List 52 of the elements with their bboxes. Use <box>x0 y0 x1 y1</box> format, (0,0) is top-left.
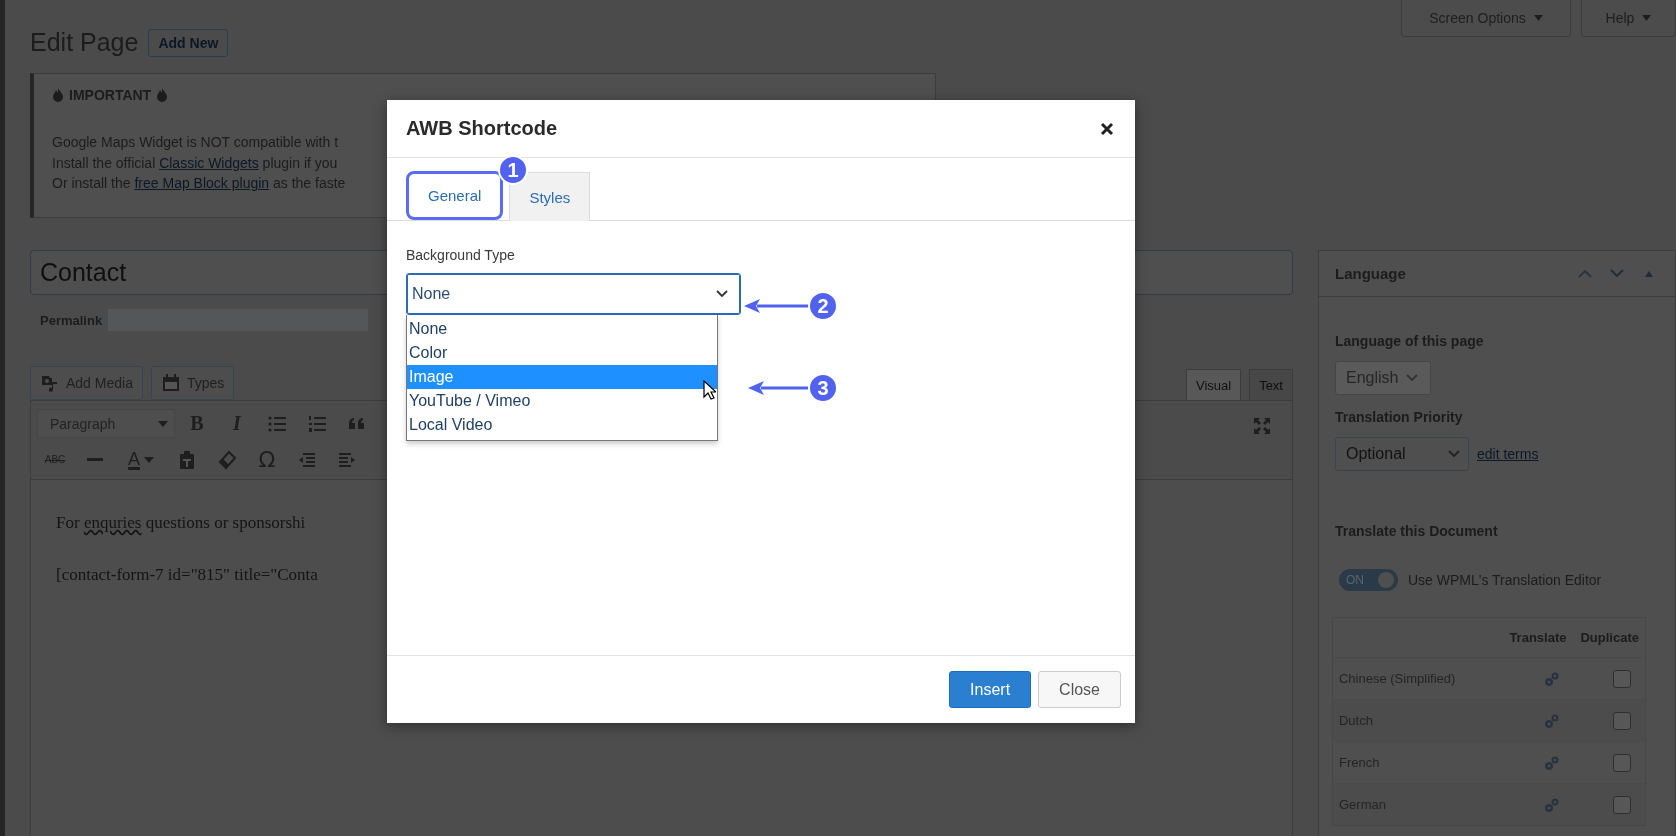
editor-tab[interactable]: Text <box>1249 369 1293 400</box>
edit-terms-link[interactable]: edit terms <box>1477 446 1539 462</box>
add-new-button[interactable]: Add New <box>148 28 229 57</box>
dropdown-option[interactable]: Local Video <box>407 413 717 437</box>
editor-tab[interactable]: Visual <box>1185 369 1242 400</box>
duplicate-checkbox[interactable] <box>1613 753 1631 772</box>
chevron-down-icon <box>716 290 728 298</box>
gears-icon[interactable] <box>1544 712 1560 729</box>
duplicate-checkbox[interactable] <box>1613 669 1631 688</box>
dropdown-option[interactable]: Image <box>407 365 717 389</box>
gears-icon[interactable] <box>1544 796 1560 813</box>
field-label: Background Type <box>406 247 516 263</box>
mouse-pointer-icon <box>703 380 716 400</box>
dropdown-option[interactable]: Color <box>407 341 717 365</box>
calendar-icon <box>160 373 181 393</box>
notice-link[interactable]: free Map Block plugin <box>134 175 270 191</box>
numbered-list-icon <box>307 413 327 434</box>
expand-icon <box>1252 416 1272 436</box>
gears-icon[interactable] <box>1544 670 1560 687</box>
background-type-select[interactable]: None <box>406 273 741 315</box>
dialog-tab[interactable]: General <box>406 171 504 220</box>
dropdown-option[interactable]: None <box>407 317 717 341</box>
step-badge: 3 <box>808 373 838 403</box>
priority-select[interactable]: Optional <box>1335 437 1469 471</box>
media-icon <box>40 373 60 393</box>
duplicate-checkbox[interactable] <box>1613 711 1631 730</box>
close-dialog-button[interactable]: Close <box>1038 671 1121 708</box>
dropdown-option[interactable]: YouTube / Vimeo <box>407 389 717 413</box>
close-icon <box>1100 121 1114 136</box>
triangle-up-icon <box>1642 269 1656 278</box>
insert-button[interactable]: Insert <box>949 671 1032 708</box>
caret-icon <box>1533 15 1543 21</box>
caret-icon <box>1642 15 1652 21</box>
flame-icon <box>52 87 64 103</box>
chevron-down-icon <box>1406 374 1419 382</box>
gears-icon[interactable] <box>1544 754 1560 771</box>
chevron-down-icon <box>1448 450 1460 458</box>
content-paragraph: [contact-form-7 id="815" title="Conta <box>56 565 319 585</box>
eraser-icon <box>217 449 237 470</box>
arrow <box>743 298 809 314</box>
chevron-down-icon <box>1610 269 1624 278</box>
notice-link[interactable]: Classic Widgets <box>159 154 259 171</box>
step-badge: 1 <box>498 155 528 185</box>
clipboard-icon <box>177 449 197 470</box>
caret-icon <box>158 420 168 427</box>
content-paragraph: For enquries questions or sponsorshi <box>56 513 307 533</box>
dialog-title: AWB Shortcode <box>406 117 558 140</box>
caret-icon <box>144 456 154 463</box>
chevron-up-icon <box>1578 269 1592 278</box>
flame-icon <box>156 87 169 103</box>
duplicate-checkbox[interactable] <box>1613 795 1631 814</box>
step-badge: 2 <box>808 291 838 321</box>
